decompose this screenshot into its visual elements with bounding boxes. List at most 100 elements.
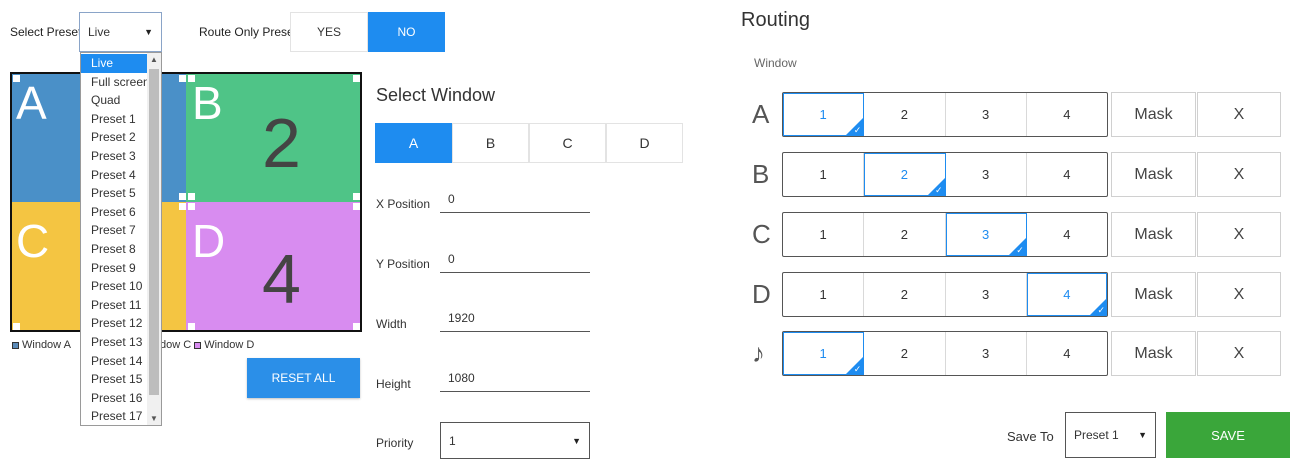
- route-input-label: 1: [819, 346, 827, 361]
- route-input-label: 2: [900, 346, 908, 361]
- route-input-4-button[interactable]: 4 ✓: [1026, 273, 1107, 316]
- resize-handle[interactable]: [353, 193, 360, 200]
- save-button[interactable]: SAVE: [1166, 412, 1290, 458]
- resize-handle[interactable]: [353, 75, 360, 82]
- route-input-4-button[interactable]: 4: [1027, 213, 1107, 256]
- route-input-3-button[interactable]: 3 ✓: [945, 213, 1027, 256]
- route-input-1-button[interactable]: 1: [783, 153, 865, 196]
- layout-canvas[interactable]: A B 2 C D 4: [10, 72, 362, 332]
- dropdown-option[interactable]: Preset 1: [81, 110, 147, 129]
- dropdown-option[interactable]: Preset 12: [81, 314, 147, 333]
- route-input-3-button[interactable]: 3: [946, 153, 1027, 196]
- route-only-no-button[interactable]: NO: [368, 12, 445, 52]
- route-input-2-button[interactable]: 2: [864, 273, 946, 316]
- check-icon: ✓: [1097, 305, 1105, 315]
- clear-route-button[interactable]: X: [1197, 212, 1281, 257]
- route-input-4-button[interactable]: 4: [1027, 153, 1107, 196]
- dropdown-option[interactable]: Preset 16: [81, 389, 147, 408]
- clear-route-button[interactable]: X: [1197, 272, 1281, 317]
- dropdown-option[interactable]: Quad: [81, 91, 147, 110]
- route-input-2-button[interactable]: 2: [864, 332, 946, 375]
- window-b[interactable]: B 2: [186, 74, 360, 202]
- route-input-3-button[interactable]: 3: [946, 332, 1027, 375]
- dropdown-option[interactable]: Live: [81, 54, 147, 73]
- resize-handle[interactable]: [188, 203, 195, 210]
- tab-window-d[interactable]: D: [606, 123, 683, 163]
- mask-button[interactable]: Mask: [1111, 272, 1196, 317]
- resize-handle[interactable]: [13, 75, 20, 82]
- resize-handle[interactable]: [13, 323, 20, 330]
- preset-dropdown-list[interactable]: Live Full screen Quad Preset 1 Preset 2 Prese…: [80, 52, 162, 426]
- clear-route-button[interactable]: X: [1197, 92, 1281, 137]
- route-input-4-button[interactable]: 4: [1027, 332, 1107, 375]
- mask-button[interactable]: Mask: [1111, 92, 1196, 137]
- dropdown-option[interactable]: Preset 8: [81, 240, 147, 259]
- dropdown-option[interactable]: Preset 9: [81, 259, 147, 278]
- route-input-1-button[interactable]: 1: [783, 273, 865, 316]
- dropdown-option[interactable]: Preset 14: [81, 352, 147, 371]
- priority-select[interactable]: 1 ▼: [440, 422, 590, 459]
- resize-handle[interactable]: [188, 75, 195, 82]
- dropdown-option[interactable]: Full screen: [81, 73, 150, 92]
- route-input-1-button[interactable]: 1 ✓: [783, 332, 865, 375]
- route-input-label: 1: [819, 227, 827, 242]
- resize-handle[interactable]: [179, 193, 186, 200]
- route-input-1-button[interactable]: 1 ✓: [783, 93, 865, 136]
- mask-button[interactable]: Mask: [1111, 331, 1196, 376]
- mask-button[interactable]: Mask: [1111, 212, 1196, 257]
- dropdown-option[interactable]: Preset 6: [81, 203, 147, 222]
- clear-route-button[interactable]: X: [1197, 152, 1281, 197]
- route-input-label: 4: [1063, 346, 1071, 361]
- resize-handle[interactable]: [179, 203, 186, 210]
- dropdown-option[interactable]: Preset 2: [81, 128, 147, 147]
- resize-handle[interactable]: [353, 203, 360, 210]
- reset-all-button[interactable]: RESET ALL: [247, 358, 360, 398]
- dropdown-option[interactable]: Preset 3: [81, 147, 147, 166]
- route-input-2-button[interactable]: 2: [864, 213, 946, 256]
- select-window-title: Select Window: [376, 85, 496, 105]
- mask-button[interactable]: Mask: [1111, 152, 1196, 197]
- tab-window-c[interactable]: C: [529, 123, 606, 163]
- dropdown-option[interactable]: Preset 10: [81, 277, 147, 296]
- route-input-2-button[interactable]: 2: [864, 93, 946, 136]
- check-icon: ✓: [853, 364, 862, 374]
- dropdown-option[interactable]: Preset 5: [81, 184, 147, 203]
- dropdown-scrollbar[interactable]: ▲ ▼: [147, 53, 161, 425]
- dropdown-option[interactable]: Preset 15: [81, 370, 147, 389]
- route-only-yes-button[interactable]: YES: [290, 12, 368, 52]
- check-icon: ✓: [934, 185, 943, 195]
- legend-window-a: Window A: [12, 339, 71, 351]
- route-input-label: 1: [819, 167, 827, 182]
- tab-window-a[interactable]: A: [375, 123, 452, 163]
- save-to-select[interactable]: Preset 1 ▼: [1065, 412, 1156, 458]
- tab-window-b[interactable]: B: [452, 123, 529, 163]
- dropdown-option[interactable]: Preset 7: [81, 221, 147, 240]
- save-to-label: Save To: [1007, 429, 1054, 444]
- scroll-thumb[interactable]: [149, 69, 159, 395]
- scroll-down-icon[interactable]: ▼: [147, 414, 161, 423]
- resize-handle[interactable]: [188, 323, 195, 330]
- window-c-letter: C: [16, 215, 50, 267]
- route-input-4-button[interactable]: 4: [1027, 93, 1107, 136]
- window-d[interactable]: D 4: [186, 202, 360, 330]
- legend-swatch: [12, 341, 19, 349]
- preset-select[interactable]: Live ▼: [79, 12, 162, 52]
- height-input[interactable]: 1080: [448, 371, 475, 385]
- x-position-input[interactable]: 0: [448, 192, 455, 206]
- route-input-1-button[interactable]: 1: [783, 213, 865, 256]
- y-position-input[interactable]: 0: [448, 252, 455, 266]
- resize-handle[interactable]: [353, 323, 360, 330]
- resize-handle[interactable]: [179, 75, 186, 82]
- dropdown-option[interactable]: Preset 13: [81, 333, 147, 352]
- route-input-2-button[interactable]: 2 ✓: [864, 153, 946, 196]
- resize-handle[interactable]: [188, 193, 195, 200]
- scroll-up-icon[interactable]: ▲: [147, 55, 161, 64]
- width-input[interactable]: 1920: [448, 311, 475, 325]
- route-input-3-button[interactable]: 3: [946, 93, 1027, 136]
- dropdown-option[interactable]: Preset 11: [81, 296, 147, 315]
- dropdown-option[interactable]: Preset 4: [81, 166, 147, 185]
- dropdown-option[interactable]: Preset 17: [81, 407, 147, 425]
- clear-route-button[interactable]: X: [1197, 331, 1281, 376]
- route-input-3-button[interactable]: 3: [946, 273, 1027, 316]
- route-input-label: 4: [1063, 167, 1071, 182]
